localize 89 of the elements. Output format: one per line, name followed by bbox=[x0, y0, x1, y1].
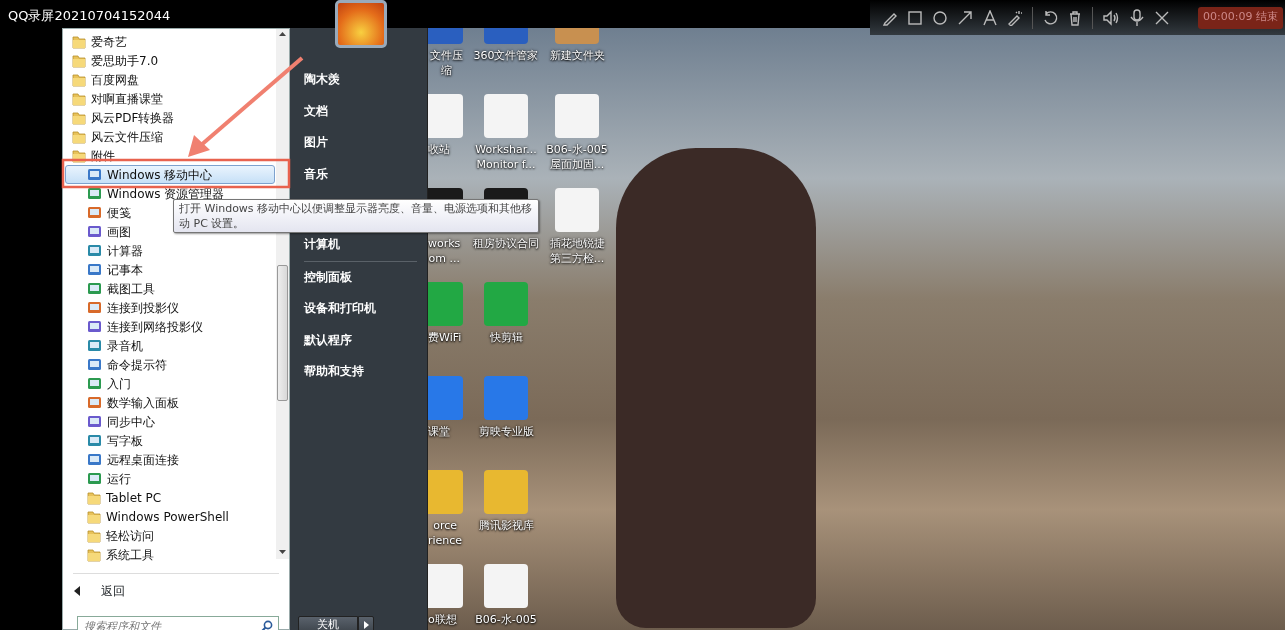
folder-icon bbox=[87, 528, 101, 543]
folder-icon bbox=[72, 34, 86, 49]
program-icon bbox=[87, 205, 102, 220]
program-icon bbox=[87, 167, 102, 182]
program-menu-item[interactable]: 记事本 bbox=[65, 260, 275, 279]
scroll-down-icon[interactable] bbox=[276, 547, 289, 557]
start-menu-link[interactable]: 帮助和支持 bbox=[304, 356, 427, 388]
back-button[interactable]: 返回 bbox=[63, 580, 289, 602]
program-menu-item[interactable]: 录音机 bbox=[65, 336, 275, 355]
back-arrow-icon bbox=[73, 585, 81, 597]
caret-icon bbox=[363, 621, 369, 629]
program-icon bbox=[87, 414, 102, 429]
desktop-icon-label[interactable]: orce rience bbox=[428, 518, 463, 548]
window-title: QQ录屏20210704152044 bbox=[8, 8, 171, 23]
folder-icon bbox=[72, 110, 86, 125]
tooltip: 打开 Windows 移动中心以便调整显示器亮度、音量、电源选项和其他移动 PC 设置。 bbox=[173, 199, 539, 233]
speaker-icon[interactable] bbox=[1102, 9, 1120, 26]
scrollbar-thumb[interactable] bbox=[277, 265, 288, 401]
folder-icon bbox=[72, 53, 86, 68]
user-picture bbox=[335, 0, 387, 48]
program-menu-item[interactable]: 远程桌面连接 bbox=[65, 450, 275, 469]
text-tool-icon[interactable] bbox=[982, 9, 998, 26]
shutdown-button[interactable]: 关机 bbox=[298, 616, 358, 630]
program-menu-item[interactable]: 系统工具 bbox=[65, 545, 275, 564]
start-menu-link[interactable]: 陶木羡 bbox=[304, 64, 427, 96]
circle-icon[interactable] bbox=[932, 9, 948, 26]
shutdown-options-button[interactable] bbox=[358, 616, 374, 630]
start-menu-link[interactable]: 控制面板 bbox=[304, 261, 427, 293]
program-menu-item[interactable]: 运行 bbox=[65, 469, 275, 488]
end-recording-button[interactable]: 00:00:09 结束 bbox=[1198, 6, 1283, 29]
program-icon bbox=[87, 338, 102, 353]
undo-icon[interactable] bbox=[1042, 9, 1058, 26]
program-menu-item[interactable]: 截图工具 bbox=[65, 279, 275, 298]
program-menu-item[interactable]: 爱奇艺 bbox=[65, 32, 275, 51]
program-icon bbox=[87, 243, 102, 258]
magic-wand-icon[interactable] bbox=[1007, 9, 1023, 26]
desktop-icon-label[interactable]: 剪映专业版 bbox=[478, 424, 534, 439]
program-menu-item[interactable]: Tablet PC bbox=[65, 488, 275, 507]
program-menu-item[interactable]: 轻松访问 bbox=[65, 526, 275, 545]
program-icon bbox=[87, 281, 102, 296]
folder-icon bbox=[72, 148, 86, 163]
start-menu-link[interactable]: 默认程序 bbox=[304, 324, 427, 356]
close-icon[interactable] bbox=[1154, 9, 1170, 26]
program-icon bbox=[87, 224, 102, 239]
trash-icon[interactable] bbox=[1067, 9, 1083, 26]
desktop-icon-label[interactable]: o联想 bbox=[428, 612, 457, 627]
program-menu-item[interactable]: 计算器 bbox=[65, 241, 275, 260]
program-icon bbox=[87, 376, 102, 391]
program-icon bbox=[87, 300, 102, 315]
program-menu-item[interactable]: 风云PDF转换器 bbox=[65, 108, 275, 127]
program-menu-item[interactable]: 连接到网络投影仪 bbox=[65, 317, 275, 336]
start-menu-link[interactable]: 文档 bbox=[304, 95, 427, 127]
program-menu-item[interactable]: 命令提示符 bbox=[65, 355, 275, 374]
desktop-icon-label[interactable]: B06-水-005 bbox=[475, 612, 537, 627]
folder-icon bbox=[87, 547, 101, 562]
program-icon bbox=[87, 433, 102, 448]
desktop-icon-label[interactable]: 费WiFi bbox=[428, 330, 462, 345]
start-menu-link[interactable]: 设备和打印机 bbox=[304, 293, 427, 325]
program-icon bbox=[87, 452, 102, 467]
program-icon bbox=[87, 186, 102, 201]
program-menu-item[interactable]: 入门 bbox=[65, 374, 275, 393]
program-icon bbox=[87, 262, 102, 277]
start-menu-link[interactable]: 图片 bbox=[304, 127, 427, 159]
program-menu-item[interactable]: 爱思助手7.0 bbox=[65, 51, 275, 70]
program-menu-item[interactable]: 百度网盘 bbox=[65, 70, 275, 89]
arrow-icon[interactable] bbox=[957, 9, 973, 26]
program-menu-item[interactable]: 数学输入面板 bbox=[65, 393, 275, 412]
program-menu-item[interactable]: 风云文件压缩 bbox=[65, 127, 275, 146]
search-icon[interactable] bbox=[261, 620, 273, 630]
program-icon bbox=[87, 471, 102, 486]
folder-icon bbox=[87, 490, 101, 505]
desktop-icon-label[interactable]: 快剪辑 bbox=[489, 330, 523, 345]
folder-icon bbox=[87, 509, 101, 524]
rectangle-icon[interactable] bbox=[907, 9, 923, 26]
folder-icon bbox=[72, 72, 86, 87]
start-menu-link[interactable]: 音乐 bbox=[304, 158, 427, 190]
folder-icon bbox=[72, 129, 86, 144]
microphone-icon[interactable] bbox=[1129, 8, 1145, 27]
program-menu-item[interactable]: 写字板 bbox=[65, 431, 275, 450]
program-menu-item[interactable]: 对啊直播课堂 bbox=[65, 89, 275, 108]
program-menu-item[interactable]: 连接到投影仪 bbox=[65, 298, 275, 317]
program-icon bbox=[87, 319, 102, 334]
desktop-icon-label[interactable]: 课堂 bbox=[428, 424, 450, 439]
program-menu-item[interactable]: Windows 移动中心 bbox=[65, 165, 275, 184]
program-icon bbox=[87, 395, 102, 410]
folder-icon bbox=[72, 91, 86, 106]
program-icon bbox=[87, 357, 102, 372]
program-menu-item[interactable]: Windows PowerShell bbox=[65, 507, 275, 526]
program-menu-item[interactable]: 同步中心 bbox=[65, 412, 275, 431]
